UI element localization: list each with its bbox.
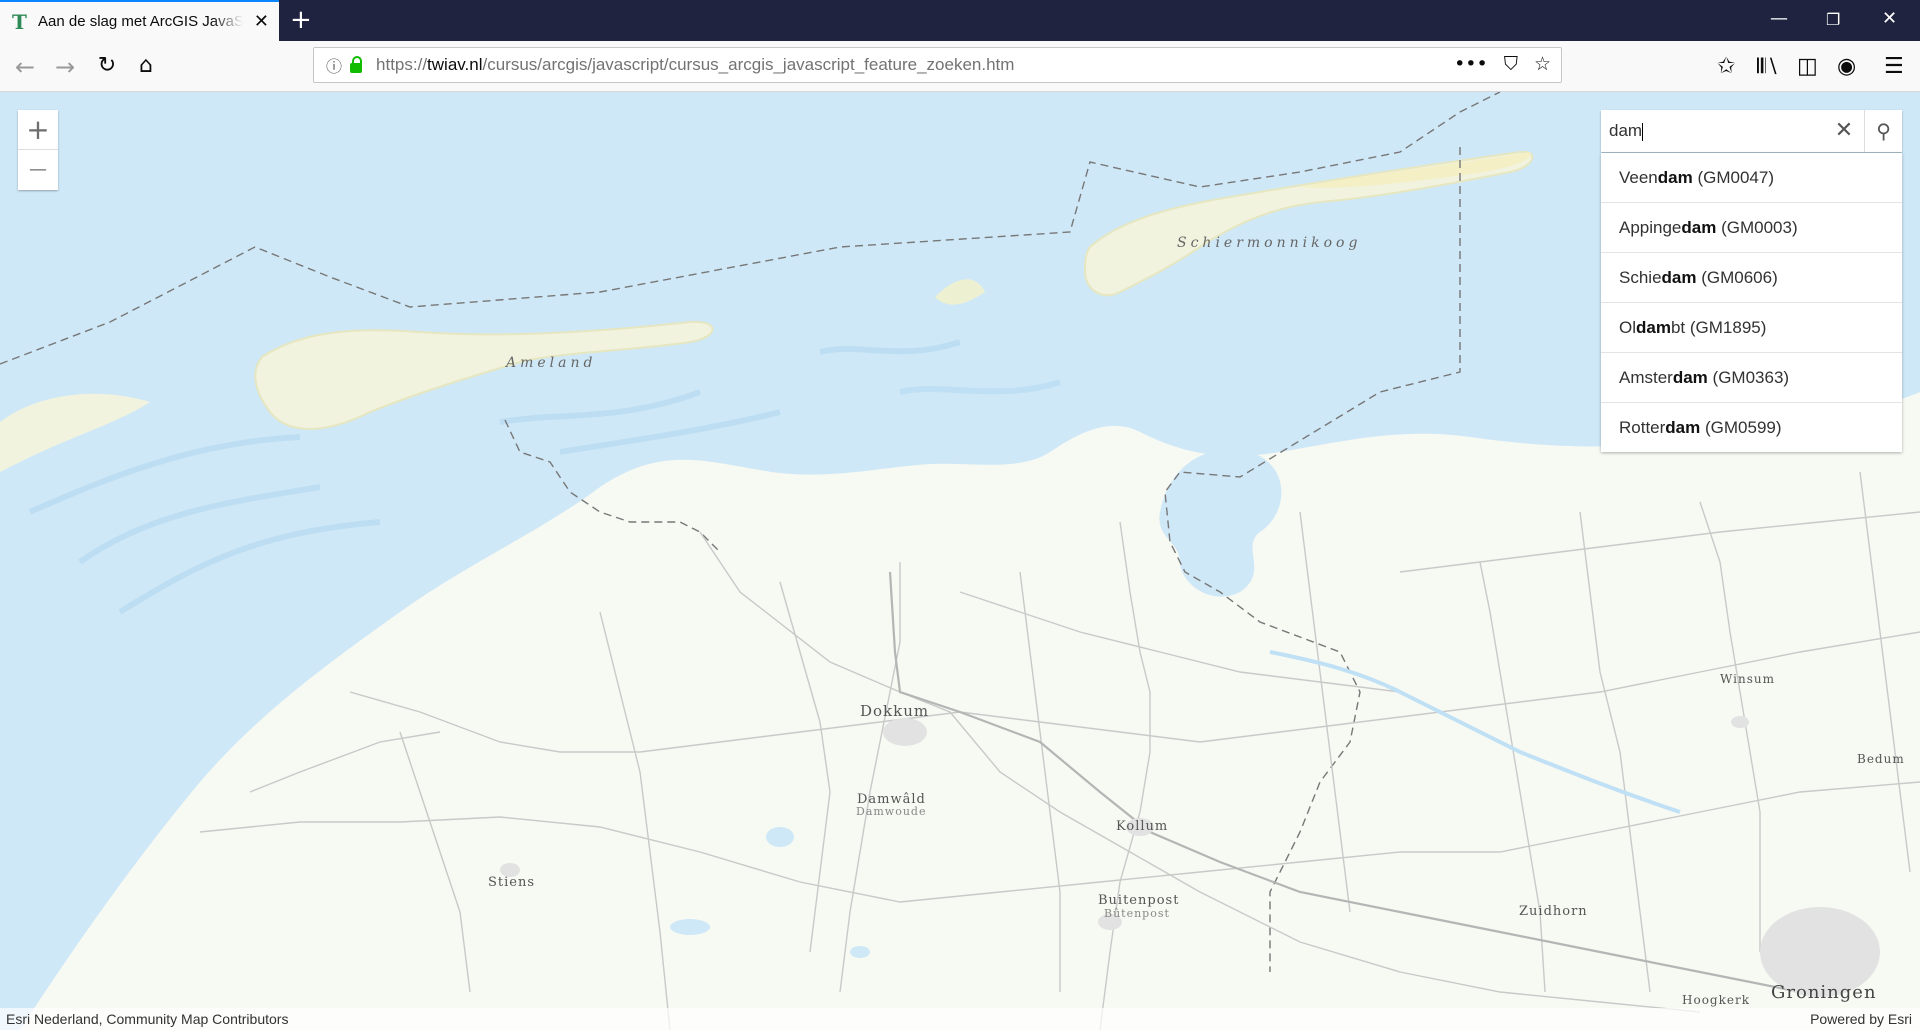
minimize-icon[interactable]: —: [1770, 8, 1788, 29]
window-close-icon[interactable]: ✕: [1882, 8, 1897, 29]
tab-title: Aan de slag met ArcGIS JavaScript: [38, 13, 243, 30]
label-schiermonnikoog: Schiermonnikoog: [1177, 235, 1362, 251]
label-buitenpost: Buitenpost: [1098, 893, 1180, 908]
suggestion-item[interactable]: Amsterdam (GM0363): [1601, 353, 1902, 403]
forward-icon[interactable]: →: [50, 53, 80, 81]
lock-icon: [350, 56, 363, 73]
search-widget: dam ✕ ⚲: [1601, 110, 1902, 152]
suggestion-item[interactable]: Rotterdam (GM0599): [1601, 403, 1902, 452]
label-hoogkerk: Hoogkerk: [1682, 993, 1750, 1007]
suggestion-item[interactable]: Schiedam (GM0606): [1601, 253, 1902, 303]
powered-by-text[interactable]: Powered by Esri: [1810, 1008, 1912, 1030]
search-icon[interactable]: ⚲: [1864, 110, 1902, 152]
tab-close-icon[interactable]: ✕: [254, 11, 269, 32]
url-text[interactable]: https://twiav.nl/cursus/arcgis/javascrip…: [376, 55, 1014, 75]
favicon-icon: T: [12, 9, 27, 34]
restore-icon[interactable]: ❐: [1826, 10, 1840, 29]
bookmarks-icon[interactable]: ✩: [1717, 54, 1735, 79]
browser-tab[interactable]: T Aan de slag met ArcGIS JavaScript ✕: [0, 0, 279, 41]
pocket-icon[interactable]: ⛉: [1504, 53, 1518, 75]
back-icon[interactable]: ←: [10, 53, 40, 81]
label-kollum: Kollum: [1116, 819, 1169, 834]
label-ameland: Ameland: [506, 355, 597, 371]
label-bedum: Bedum: [1857, 752, 1905, 766]
reload-icon[interactable]: ↻: [92, 53, 122, 78]
tab-bar: T Aan de slag met ArcGIS JavaScript ✕ + …: [0, 0, 1920, 41]
url-bar[interactable]: ⓘ https://twiav.nl/cursus/arcgis/javascr…: [313, 47, 1562, 83]
zoom-control: + —: [18, 110, 58, 190]
search-input[interactable]: dam: [1601, 110, 1824, 152]
label-winsum: Winsum: [1720, 672, 1775, 686]
zoom-out-button[interactable]: —: [18, 150, 58, 190]
map-view[interactable]: Schiermonnikoog Ameland Dokkum Damwâld D…: [0, 92, 1920, 1030]
label-stiens: Stiens: [488, 875, 536, 890]
sidebar-icon[interactable]: ◫: [1797, 54, 1818, 79]
library-icon[interactable]: 𝄃𝄃∖: [1757, 54, 1779, 78]
search-suggestions: Veendam (GM0047) Appingedam (GM0003) Sch…: [1601, 153, 1902, 452]
attribution-text[interactable]: Esri Nederland, Community Map Contributo…: [6, 1008, 288, 1030]
label-dokkum: Dokkum: [860, 702, 930, 720]
bookmark-star-icon[interactable]: ☆: [1534, 53, 1551, 75]
new-tab-icon[interactable]: +: [290, 5, 312, 35]
label-butenpost: Bûtenpost: [1104, 907, 1170, 920]
account-icon[interactable]: ◉: [1837, 54, 1856, 79]
more-icon[interactable]: •••: [1454, 53, 1488, 75]
info-icon[interactable]: ⓘ: [326, 53, 342, 77]
suggestion-item[interactable]: Oldambt (GM1895): [1601, 303, 1902, 353]
suggestion-item[interactable]: Veendam (GM0047): [1601, 153, 1902, 203]
clear-search-icon[interactable]: ✕: [1824, 110, 1865, 152]
suggestion-item[interactable]: Appingedam (GM0003): [1601, 203, 1902, 253]
navigation-toolbar: ← → ↻ ⌂ ⓘ https://twiav.nl/cursus/arcgis…: [0, 41, 1920, 92]
zoom-in-button[interactable]: +: [18, 110, 58, 150]
label-damwoude: Damwoude: [856, 805, 927, 818]
attribution-bar: Esri Nederland, Community Map Contributo…: [0, 1008, 1920, 1030]
menu-icon[interactable]: ☰: [1884, 54, 1904, 79]
home-icon[interactable]: ⌂: [131, 53, 161, 78]
label-zuidhorn: Zuidhorn: [1519, 904, 1588, 919]
label-groningen: Groningen: [1771, 982, 1877, 1003]
